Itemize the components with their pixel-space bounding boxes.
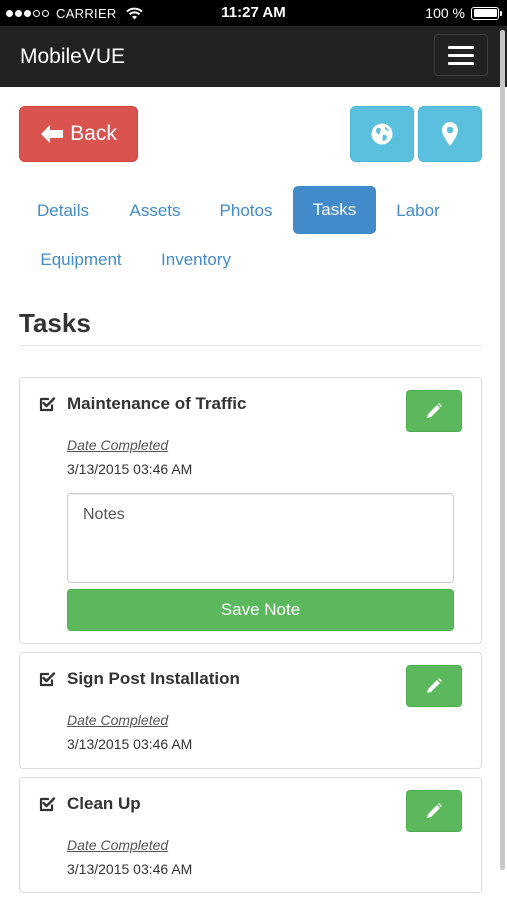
tab-inventory[interactable]: Inventory	[151, 236, 241, 284]
task-card: Sign Post Installation Date Completed 3/…	[19, 652, 482, 769]
date-completed-value: 3/13/2015 03:46 AM	[67, 736, 193, 752]
pencil-icon	[427, 678, 442, 693]
date-completed-label: Date Completed	[67, 712, 169, 728]
pencil-icon	[427, 803, 442, 818]
tab-details[interactable]: Details	[24, 187, 102, 235]
check-square-icon	[39, 397, 56, 412]
tab-photos[interactable]: Photos	[207, 187, 285, 235]
tab-assets[interactable]: Assets	[116, 187, 194, 235]
tab-labor[interactable]: Labor	[384, 187, 452, 235]
divider	[19, 345, 482, 346]
task-title: Maintenance of Traffic	[67, 394, 247, 413]
tab-tasks[interactable]: Tasks	[293, 186, 376, 234]
edit-task-button[interactable]	[406, 790, 462, 832]
save-note-button[interactable]: Save Note	[67, 589, 454, 631]
map-marker-icon	[442, 122, 458, 146]
page-title: Tasks	[19, 308, 91, 338]
battery-percent: 100 %	[425, 5, 465, 21]
date-completed-value: 3/13/2015 03:46 AM	[67, 861, 193, 877]
page-scrollbar[interactable]	[500, 30, 505, 870]
check-square-icon	[39, 797, 56, 812]
tab-equipment[interactable]: Equipment	[30, 236, 132, 284]
hamburger-icon	[448, 45, 474, 49]
edit-task-button[interactable]	[406, 665, 462, 707]
check-square-icon	[39, 672, 56, 687]
edit-task-button[interactable]	[406, 390, 462, 432]
date-completed-value: 3/13/2015 03:46 AM	[67, 461, 193, 477]
notes-textarea[interactable]	[67, 493, 454, 583]
battery-icon	[471, 6, 502, 20]
menu-toggle-button[interactable]	[434, 34, 488, 76]
pencil-icon	[427, 403, 442, 418]
arrow-left-icon	[41, 125, 64, 143]
scrollbar-thumb[interactable]	[500, 30, 505, 870]
globe-button[interactable]	[350, 106, 414, 162]
status-right: 100 %	[425, 0, 502, 26]
globe-icon	[371, 123, 393, 145]
date-completed-label: Date Completed	[67, 437, 169, 453]
task-title: Clean Up	[67, 794, 141, 813]
location-button[interactable]	[418, 106, 482, 162]
app-brand[interactable]: MobileVUE	[20, 26, 125, 87]
task-card: Clean Up Date Completed 3/13/2015 03:46 …	[19, 777, 482, 893]
date-completed-label: Date Completed	[67, 837, 169, 853]
task-title: Sign Post Installation	[67, 669, 240, 688]
back-button-label: Back	[70, 122, 117, 145]
app-navbar: MobileVUE	[0, 26, 507, 87]
task-card: Maintenance of Traffic Date Completed 3/…	[19, 377, 482, 644]
back-button[interactable]: Back	[19, 106, 138, 162]
status-bar: CARRIER 11:27 AM 100 %	[0, 0, 507, 26]
